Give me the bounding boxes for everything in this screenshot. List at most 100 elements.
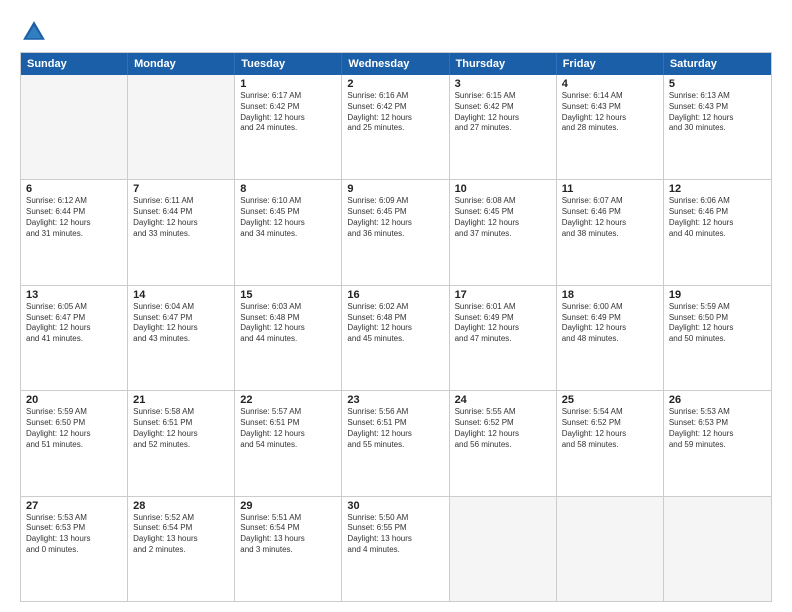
cell-info-line: and 33 minutes.	[133, 229, 229, 240]
cell-info-line: Sunrise: 5:58 AM	[133, 407, 229, 418]
day-number: 16	[347, 289, 443, 301]
day-cell-11: 11Sunrise: 6:07 AMSunset: 6:46 PMDayligh…	[557, 180, 664, 284]
day-number: 28	[133, 500, 229, 512]
cell-info-line: and 45 minutes.	[347, 334, 443, 345]
cell-info-line: Sunrise: 6:03 AM	[240, 302, 336, 313]
cell-info-line: Sunset: 6:49 PM	[455, 313, 551, 324]
cell-info-line: Daylight: 12 hours	[26, 429, 122, 440]
day-cell-27: 27Sunrise: 5:53 AMSunset: 6:53 PMDayligh…	[21, 497, 128, 601]
cell-info-line: Daylight: 12 hours	[240, 323, 336, 334]
cell-info-line: Sunrise: 5:51 AM	[240, 513, 336, 524]
day-cell-26: 26Sunrise: 5:53 AMSunset: 6:53 PMDayligh…	[664, 391, 771, 495]
cell-info-line: and 48 minutes.	[562, 334, 658, 345]
header-day-tuesday: Tuesday	[235, 53, 342, 75]
cell-info-line: and 52 minutes.	[133, 440, 229, 451]
day-cell-9: 9Sunrise: 6:09 AMSunset: 6:45 PMDaylight…	[342, 180, 449, 284]
cell-info-line: Daylight: 12 hours	[347, 323, 443, 334]
cell-info-line: and 27 minutes.	[455, 123, 551, 134]
cell-info-line: Sunrise: 6:17 AM	[240, 91, 336, 102]
cell-info-line: Sunrise: 5:56 AM	[347, 407, 443, 418]
header-day-sunday: Sunday	[21, 53, 128, 75]
cell-info-line: and 44 minutes.	[240, 334, 336, 345]
day-number: 15	[240, 289, 336, 301]
day-cell-14: 14Sunrise: 6:04 AMSunset: 6:47 PMDayligh…	[128, 286, 235, 390]
day-number: 14	[133, 289, 229, 301]
cell-info-line: Daylight: 12 hours	[455, 429, 551, 440]
day-number: 19	[669, 289, 766, 301]
cell-info-line: and 4 minutes.	[347, 545, 443, 556]
cell-info-line: Daylight: 12 hours	[562, 218, 658, 229]
cell-info-line: and 56 minutes.	[455, 440, 551, 451]
cell-info-line: and 43 minutes.	[133, 334, 229, 345]
cell-info-line: Sunset: 6:47 PM	[133, 313, 229, 324]
cell-info-line: and 50 minutes.	[669, 334, 766, 345]
calendar-row-3: 13Sunrise: 6:05 AMSunset: 6:47 PMDayligh…	[21, 286, 771, 391]
calendar-body: 1Sunrise: 6:17 AMSunset: 6:42 PM Daylight…	[21, 75, 771, 601]
cell-info-line: Daylight: 12 hours	[562, 429, 658, 440]
cell-info-line: Daylight: 12 hours	[240, 218, 336, 229]
day-number: 24	[455, 394, 551, 406]
header	[20, 18, 772, 46]
cell-info-line: Daylight: 12 hours	[455, 113, 551, 124]
cell-info-line: Daylight: 13 hours	[240, 534, 336, 545]
cell-info-line: and 37 minutes.	[455, 229, 551, 240]
day-cell-1: 1Sunrise: 6:17 AMSunset: 6:42 PMDaylight…	[235, 75, 342, 179]
cell-info-line: Sunrise: 6:09 AM	[347, 196, 443, 207]
cell-info-line: Sunrise: 6:13 AM	[669, 91, 766, 102]
cell-info-line: Sunrise: 6:16 AM	[347, 91, 443, 102]
cell-info-line: Daylight: 13 hours	[26, 534, 122, 545]
cell-info-line: Daylight: 12 hours	[240, 429, 336, 440]
day-number: 25	[562, 394, 658, 406]
cell-info-line: and 58 minutes.	[562, 440, 658, 451]
cell-info-line: Sunset: 6:42 PM	[240, 102, 336, 113]
cell-info-line: Sunset: 6:49 PM	[562, 313, 658, 324]
cell-info-line: Sunset: 6:44 PM	[133, 207, 229, 218]
logo	[20, 18, 52, 46]
cell-info-line: Daylight: 12 hours	[669, 323, 766, 334]
cell-info-line: Sunrise: 5:53 AM	[669, 407, 766, 418]
cell-info-line: Sunrise: 6:01 AM	[455, 302, 551, 313]
calendar-row-5: 27Sunrise: 5:53 AMSunset: 6:53 PMDayligh…	[21, 497, 771, 601]
day-cell-16: 16Sunrise: 6:02 AMSunset: 6:48 PMDayligh…	[342, 286, 449, 390]
cell-info-line: Sunset: 6:51 PM	[240, 418, 336, 429]
cell-info-line: Daylight: 12 hours	[26, 323, 122, 334]
cell-info-line: Sunrise: 6:08 AM	[455, 196, 551, 207]
day-number: 8	[240, 183, 336, 195]
day-cell-23: 23Sunrise: 5:56 AMSunset: 6:51 PMDayligh…	[342, 391, 449, 495]
cell-info-line: and 0 minutes.	[26, 545, 122, 556]
cell-info-line: Daylight: 12 hours	[347, 113, 443, 124]
cell-info-line: Sunrise: 6:15 AM	[455, 91, 551, 102]
day-cell-12: 12Sunrise: 6:06 AMSunset: 6:46 PMDayligh…	[664, 180, 771, 284]
cell-info-line: and 31 minutes.	[26, 229, 122, 240]
day-number: 22	[240, 394, 336, 406]
cell-info-line: Sunrise: 5:55 AM	[455, 407, 551, 418]
header-day-monday: Monday	[128, 53, 235, 75]
cell-info-line: and 2 minutes.	[133, 545, 229, 556]
day-cell-5: 5Sunrise: 6:13 AMSunset: 6:43 PMDaylight…	[664, 75, 771, 179]
cell-info-line: Sunset: 6:43 PM	[669, 102, 766, 113]
cell-info-line: Daylight: 12 hours	[562, 323, 658, 334]
cell-info-line: Sunset: 6:44 PM	[26, 207, 122, 218]
cell-info-line: Sunset: 6:46 PM	[669, 207, 766, 218]
cell-info-line: Sunset: 6:54 PM	[133, 523, 229, 534]
day-number: 1	[240, 78, 336, 90]
calendar: SundayMondayTuesdayWednesdayThursdayFrid…	[20, 52, 772, 602]
cell-info-line: Sunset: 6:55 PM	[347, 523, 443, 534]
empty-cell	[557, 497, 664, 601]
cell-info-line: Sunrise: 5:50 AM	[347, 513, 443, 524]
cell-info-line: Sunset: 6:46 PM	[562, 207, 658, 218]
cell-info-line: Sunset: 6:51 PM	[347, 418, 443, 429]
cell-info-line: and 54 minutes.	[240, 440, 336, 451]
day-number: 26	[669, 394, 766, 406]
day-number: 21	[133, 394, 229, 406]
day-number: 7	[133, 183, 229, 195]
day-cell-2: 2Sunrise: 6:16 AMSunset: 6:42 PMDaylight…	[342, 75, 449, 179]
cell-info-line: Sunrise: 5:57 AM	[240, 407, 336, 418]
cell-info-line: Daylight: 12 hours	[455, 218, 551, 229]
day-number: 23	[347, 394, 443, 406]
day-cell-7: 7Sunrise: 6:11 AMSunset: 6:44 PMDaylight…	[128, 180, 235, 284]
cell-info-line: and 36 minutes.	[347, 229, 443, 240]
cell-info-line: Daylight: 12 hours	[133, 323, 229, 334]
day-cell-13: 13Sunrise: 6:05 AMSunset: 6:47 PMDayligh…	[21, 286, 128, 390]
day-number: 30	[347, 500, 443, 512]
